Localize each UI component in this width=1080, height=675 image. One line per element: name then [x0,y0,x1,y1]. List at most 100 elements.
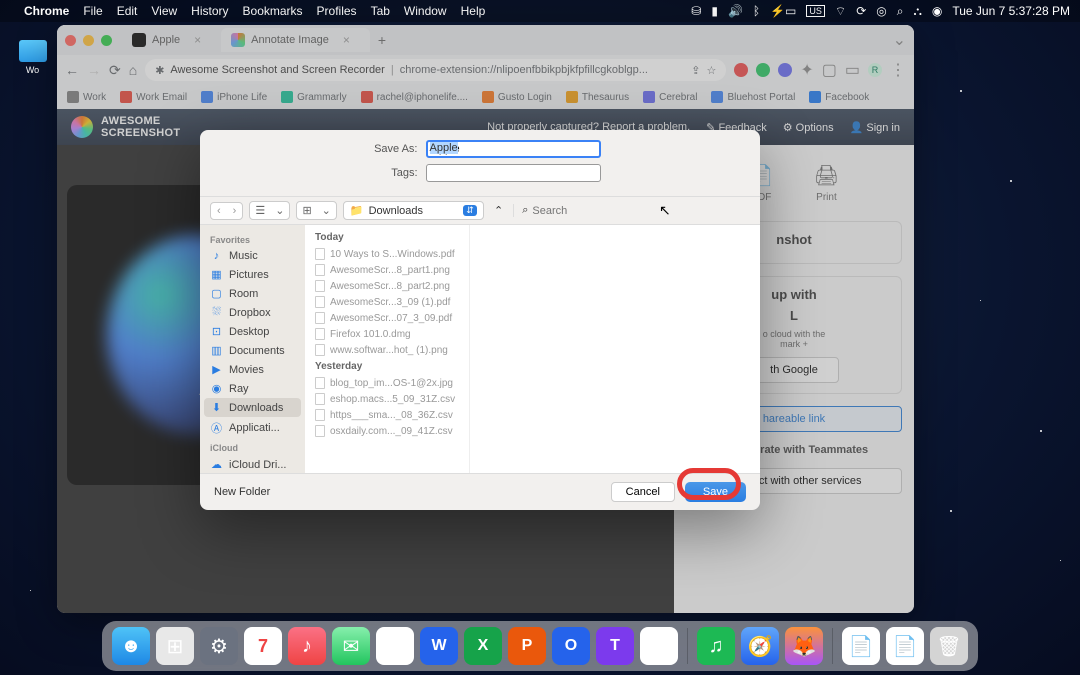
menu-edit[interactable]: Edit [117,4,138,18]
group-dropdown-icon[interactable]: ⌄ [317,202,336,219]
tab-close-icon[interactable]: × [194,33,201,47]
window-close[interactable] [65,35,76,46]
window-zoom[interactable] [101,35,112,46]
file-item[interactable]: 10 Ways to S...Windows.pdf [305,246,469,262]
extensions-icon[interactable]: ✦ [800,60,813,80]
bookmark-item[interactable]: Gusto Login [482,91,552,103]
tab-close-icon[interactable]: × [343,33,350,47]
sidebar-item[interactable]: ▢Room [200,284,305,303]
nav-back-icon[interactable]: ‹ [211,203,227,219]
dock-excel[interactable]: X [464,627,502,665]
menu-tab[interactable]: Tab [371,4,390,18]
bluetooth-status-icon[interactable]: ᛒ [753,4,760,18]
file-item[interactable]: osxdaily.com..._09_41Z.csv [305,423,469,439]
grid-view-icon[interactable]: ⊞ [297,202,316,219]
dock-launchpad[interactable]: ⊞ [156,627,194,665]
nav-fwd-icon[interactable]: › [227,203,243,219]
dock-music[interactable]: ♪ [288,627,326,665]
control-center-icon[interactable]: ⛬ [913,4,921,19]
dock-finder[interactable]: ☻ [112,627,150,665]
new-folder-button[interactable]: New Folder [214,486,270,498]
bookmark-item[interactable]: Cerebral [643,91,697,103]
sidebar-item[interactable]: ▦Pictures [200,265,305,284]
sidebar-item[interactable]: ▶Movies [200,360,305,379]
share-icon[interactable]: ⇪ [691,64,700,77]
nav-home-icon[interactable]: ⌂ [129,62,137,78]
dock-chrome[interactable]: ◉ [376,627,414,665]
ext-icon[interactable] [778,63,792,77]
menu-view[interactable]: View [151,4,177,18]
bookmark-item[interactable]: Work Email [120,91,187,103]
wifi-status-icon[interactable]: ⌔ [835,4,846,19]
dock-powerpoint[interactable]: P [508,627,546,665]
menu-history[interactable]: History [191,4,228,18]
view-dropdown-icon[interactable]: ⌄ [270,202,289,219]
tabs-dropdown-icon[interactable]: ⌄ [893,30,906,50]
ext-icon[interactable] [756,63,770,77]
sidebar-item[interactable]: ◉Ray [200,379,305,398]
bookmark-item[interactable]: Thesaurus [566,91,629,103]
file-item[interactable]: AwesomeScr...07_3_09.pdf [305,310,469,326]
cast-icon[interactable]: ▢ [822,60,837,80]
dock-calendar[interactable]: 7 [244,627,282,665]
sidebar-item[interactable]: ▥Documents [200,341,305,360]
siri-icon[interactable]: ◉ [932,4,942,18]
tags-input[interactable] [426,164,601,182]
menu-help[interactable]: Help [461,4,486,18]
file-item[interactable]: Firefox 101.0.dmg [305,326,469,342]
dropbox-status-icon[interactable]: ⛁ [691,4,701,18]
bookmark-star-icon[interactable]: ☆ [706,64,716,77]
dock-messages[interactable]: ✉ [332,627,370,665]
location-dropdown[interactable]: 📁 Downloads ⇵ [343,201,484,220]
file-item[interactable]: AwesomeScr...8_part1.png [305,262,469,278]
display-status-icon[interactable]: ◎ [876,4,886,18]
desktop-folder[interactable]: Wo [15,40,50,75]
columns-view-icon[interactable]: ☰ [250,202,270,219]
window-minimize[interactable] [83,35,94,46]
search-input[interactable] [532,205,612,217]
tab-apple[interactable]: Apple × [122,28,221,52]
dock-doc1[interactable]: 📄 [842,627,880,665]
bookmark-item[interactable]: rachel@iphonelife.... [361,91,468,103]
signin-link[interactable]: 👤 Sign in [850,121,900,134]
options-link[interactable]: ⚙ Options [783,121,834,134]
app-menu[interactable]: Chrome [24,4,69,18]
dock-outlook[interactable]: O [552,627,590,665]
dock-spotify[interactable]: ♫ [697,627,735,665]
dock-trash[interactable]: 🗑 [930,627,968,665]
bookmark-item[interactable]: Bluehost Portal [711,91,795,103]
bookmark-item[interactable]: Grammarly [281,91,346,103]
nav-forward-icon[interactable]: → [87,62,101,78]
battery-status-icon[interactable]: ⚡▭ [770,4,796,18]
file-item[interactable]: www.softwar...hot_ (1).png [305,342,469,358]
volume-status-icon[interactable]: 🔊 [728,4,743,18]
readinglist-icon[interactable]: ▭ [845,60,860,80]
google-signin-button[interactable]: th Google [749,357,839,383]
sidebar-item[interactable]: ⬇Downloads [204,398,301,417]
file-item[interactable]: blog_top_im...OS-1@2x.jpg [305,375,469,391]
menubar-datetime[interactable]: Tue Jun 7 5:37:28 PM [952,4,1070,18]
bookmark-item[interactable]: iPhone Life [201,91,267,103]
sidebar-item[interactable]: ⛆Dropbox [200,303,305,322]
sidebar-item[interactable]: ♪Music [200,247,305,265]
dock-settings[interactable]: ⚙ [200,627,238,665]
sync-status-icon[interactable]: ⟳ [856,4,866,18]
sidebar-item[interactable]: ⊡Desktop [200,322,305,341]
profile-avatar[interactable]: R [868,63,882,77]
dock-teams[interactable]: T [596,627,634,665]
dock-safari[interactable]: 🧭 [741,627,779,665]
file-item[interactable]: https___sma..._08_36Z.csv [305,407,469,423]
new-tab-button[interactable]: + [370,32,394,48]
menu-bookmarks[interactable]: Bookmarks [243,4,303,18]
url-field[interactable]: ✱ Awesome Screenshot and Screen Recorder… [145,59,726,81]
dock-firefox[interactable]: 🦊 [785,627,823,665]
dock-word[interactable]: W [420,627,458,665]
path-up-icon[interactable]: ⌃ [490,204,507,217]
sidebar-item[interactable]: ⒶApplicati... [200,417,305,439]
ext-icon[interactable] [734,63,748,77]
menu-window[interactable]: Window [404,4,447,18]
cancel-button[interactable]: Cancel [611,482,675,502]
dock-slack[interactable]: ✱ [640,627,678,665]
search-status-icon[interactable]: ⌕ [897,4,904,19]
bookmark-item[interactable]: Work [67,91,106,103]
